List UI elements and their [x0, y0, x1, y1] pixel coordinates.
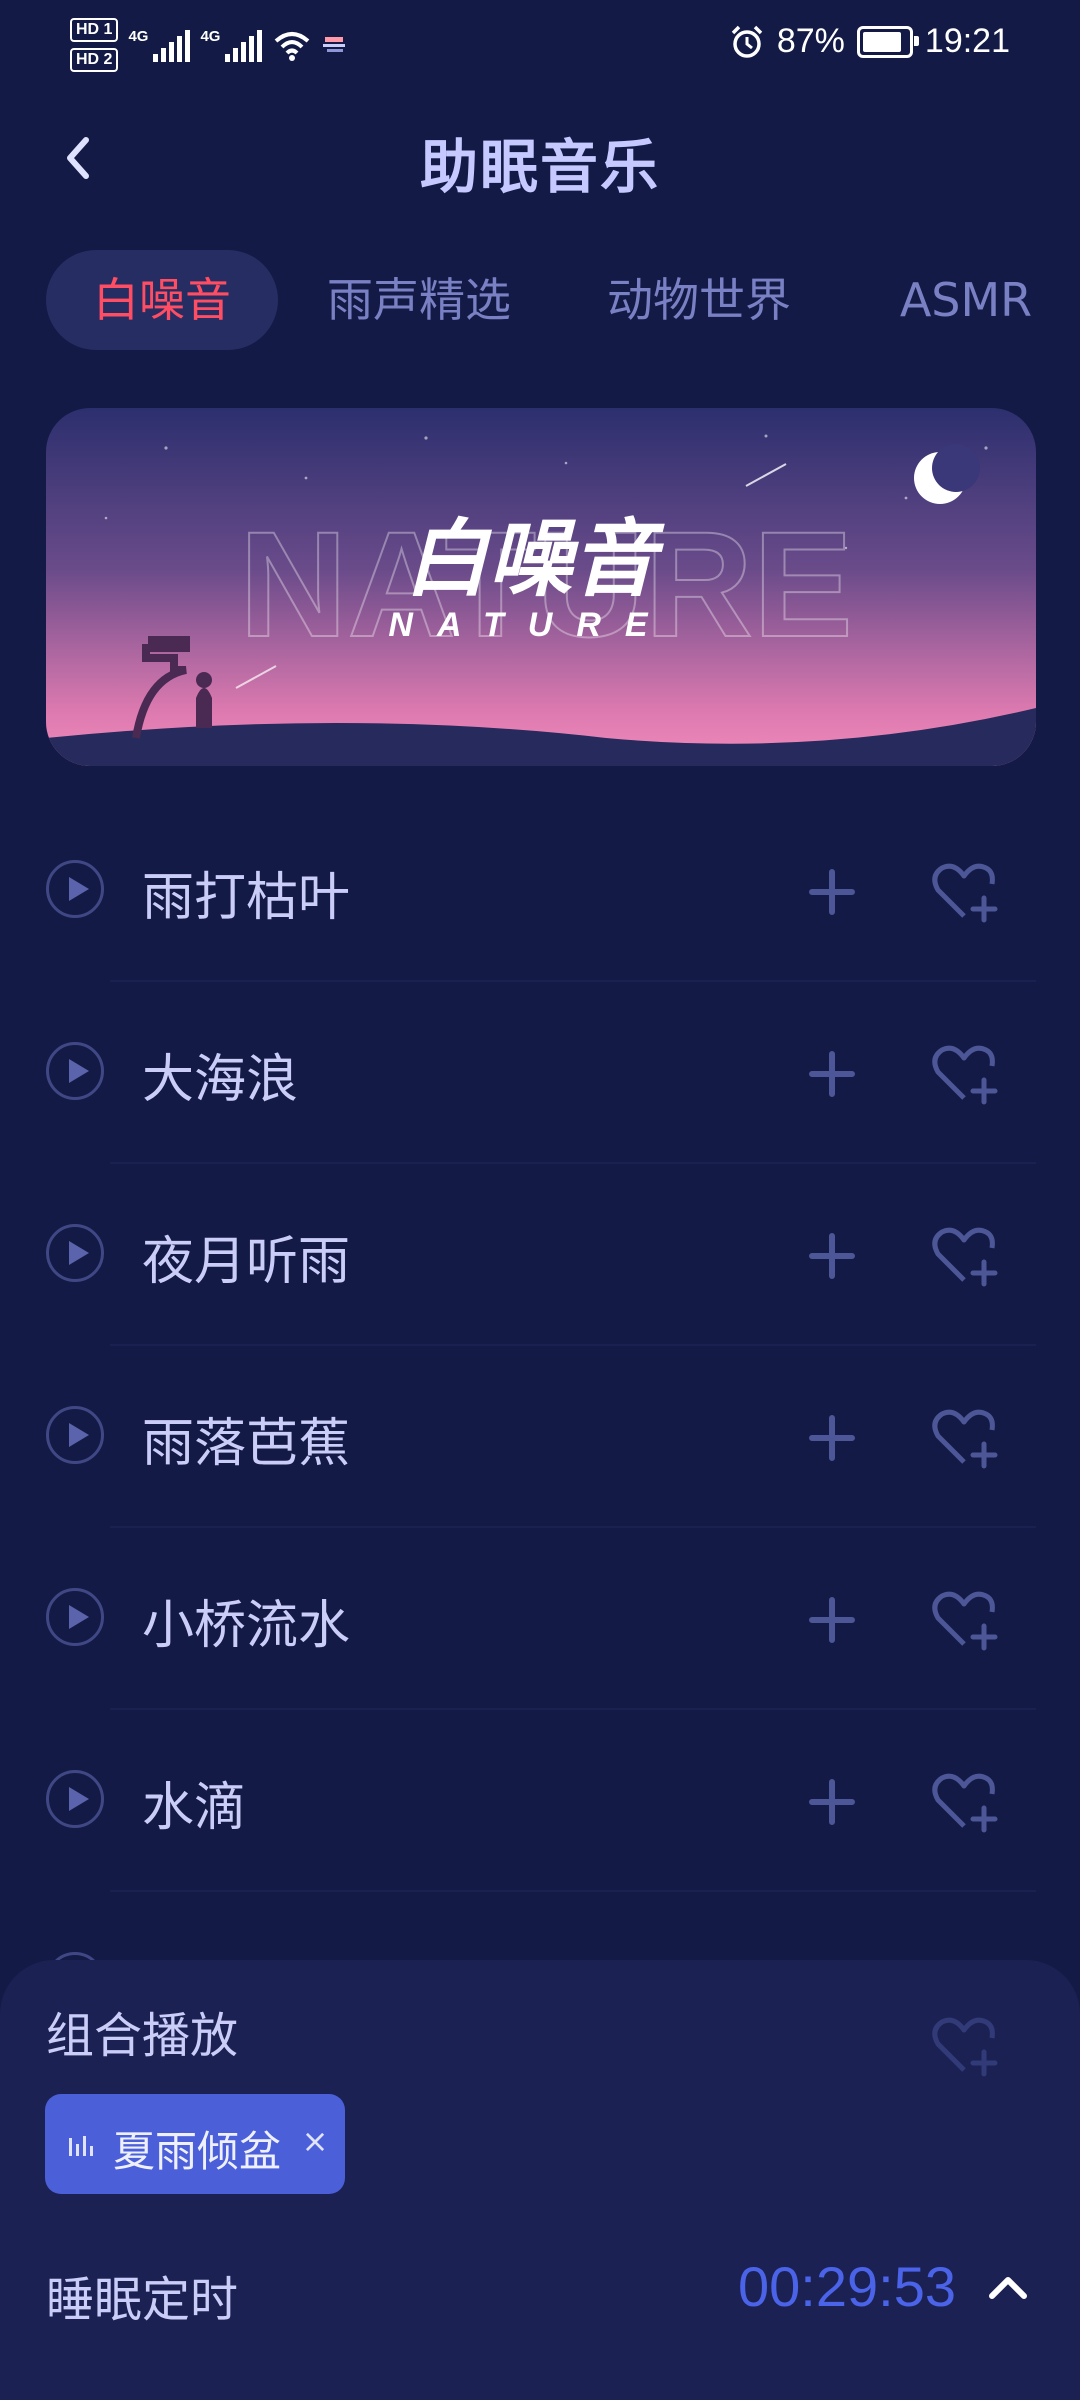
- hd2-badge: HD 2: [70, 48, 119, 72]
- track-name: 小桥流水: [142, 1596, 351, 1656]
- banner-illustration: NATURE 白噪音 NATURE: [46, 408, 1036, 766]
- play-icon[interactable]: [46, 1588, 104, 1646]
- heart-add-icon[interactable]: [930, 1042, 998, 1106]
- close-icon[interactable]: ×: [299, 2122, 331, 2160]
- header: 助眠音乐: [0, 110, 1080, 206]
- play-icon[interactable]: [46, 1042, 104, 1100]
- track-row[interactable]: 夜月听雨: [0, 1164, 1080, 1346]
- hd1-badge: HD 1: [70, 18, 119, 42]
- signal-2-icon: 4G: [200, 28, 263, 62]
- sleep-timer-label: 睡眠定时: [46, 2272, 239, 2328]
- chip-label: 夏雨倾盆: [113, 2127, 282, 2176]
- combo-play-label: 组合播放: [46, 2008, 239, 2064]
- status-left: HD 1 HD 2 4G 4G: [70, 18, 348, 72]
- plus-icon[interactable]: [804, 1774, 860, 1830]
- heart-add-icon[interactable]: [930, 1588, 998, 1652]
- track-row[interactable]: 雨打枯叶: [0, 800, 1080, 982]
- status-right: 87% 19:21: [729, 22, 1010, 61]
- plus-icon[interactable]: [804, 1592, 860, 1648]
- heart-add-icon[interactable]: [930, 1770, 998, 1834]
- alarm-icon: [731, 25, 763, 58]
- battery-percent: 87%: [776, 22, 845, 60]
- banner[interactable]: NATURE 白噪音 NATURE: [46, 408, 1036, 766]
- track-name: 雨落芭蕉: [142, 1414, 351, 1474]
- battery-charging-icon: [856, 25, 919, 58]
- heart-add-icon[interactable]: [930, 860, 998, 924]
- tab-animal-world[interactable]: 动物世界: [584, 250, 814, 350]
- wifi-icon: [275, 32, 310, 61]
- plus-icon[interactable]: [804, 1228, 860, 1284]
- play-icon[interactable]: [46, 860, 104, 918]
- clock: 19:21: [924, 22, 1010, 60]
- network-2-label: 4G: [200, 28, 221, 45]
- battery-fill: [862, 31, 902, 52]
- tab-white-noise[interactable]: 白噪音: [46, 250, 278, 350]
- status-bar: HD 1 HD 2 4G 4G 87% 19:21: [0, 0, 1080, 96]
- play-icon[interactable]: [46, 1770, 104, 1828]
- play-icon[interactable]: [46, 1406, 104, 1464]
- track-row[interactable]: 水滴: [0, 1710, 1080, 1892]
- combo-chip[interactable]: 夏雨倾盆 ×: [45, 2094, 345, 2194]
- page-title: 助眠音乐: [419, 133, 660, 201]
- tab-rain-sounds[interactable]: 雨声精选: [304, 250, 534, 350]
- heart-add-icon[interactable]: [930, 1406, 998, 1470]
- bottom-sheet: 组合播放 夏雨倾盆 × 睡眠定时 00:29:53: [0, 1960, 1080, 2400]
- banner-title: 白噪音: [404, 510, 665, 608]
- track-name: 夜月听雨: [142, 1232, 351, 1292]
- track-name: 雨打枯叶: [142, 868, 351, 928]
- plus-icon[interactable]: [804, 1410, 860, 1466]
- heart-add-icon[interactable]: [930, 1224, 998, 1288]
- plus-icon[interactable]: [804, 864, 860, 920]
- notification-icon: [323, 37, 346, 52]
- track-row[interactable]: 雨落芭蕉: [0, 1346, 1080, 1528]
- tab-asmr[interactable]: ASMR: [866, 250, 1066, 350]
- track-row[interactable]: 大海浪: [0, 982, 1080, 1164]
- equalizer-icon: [69, 2136, 93, 2156]
- track-name: 大海浪: [142, 1050, 299, 1110]
- chevron-up-icon[interactable]: [986, 2270, 1030, 2304]
- signal-1-icon: 4G: [128, 28, 191, 62]
- heart-add-icon[interactable]: [930, 2014, 998, 2078]
- plus-icon[interactable]: [804, 1046, 860, 1102]
- sleep-timer-value[interactable]: 00:29:53: [738, 2254, 956, 2319]
- track-row[interactable]: 小桥流水: [0, 1528, 1080, 1710]
- network-1-label: 4G: [128, 28, 149, 45]
- category-tabs: 白噪音 雨声精选 动物世界 ASMR: [46, 250, 1080, 350]
- banner-subtitle: NATURE: [388, 606, 671, 644]
- track-name: 水滴: [142, 1778, 247, 1838]
- play-icon[interactable]: [46, 1224, 104, 1282]
